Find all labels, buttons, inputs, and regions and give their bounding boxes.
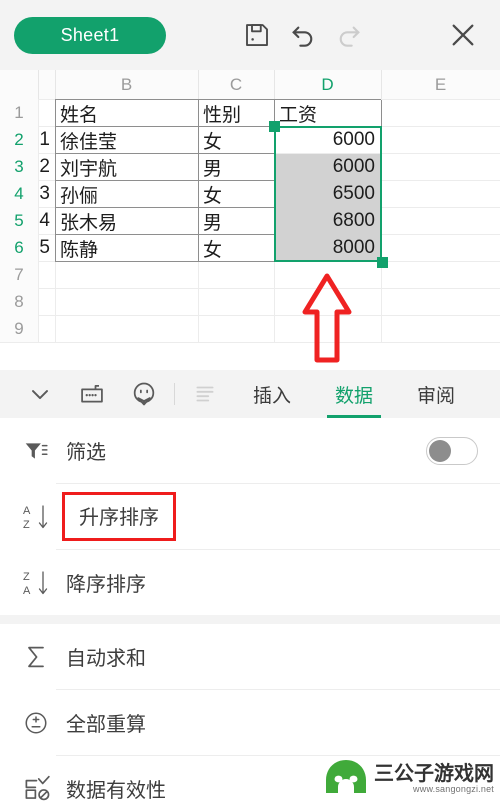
cell-d4[interactable]: 6500 xyxy=(276,181,380,207)
sheet-tab-sheet1[interactable]: Sheet1 xyxy=(14,16,166,54)
menu-item-filter-label: 筛选 xyxy=(66,442,106,464)
undo-icon[interactable] xyxy=(280,12,326,58)
cell-a3[interactable]: 2 xyxy=(39,154,55,180)
cell-a5[interactable]: 4 xyxy=(39,208,55,234)
watermark: 三公子游戏网 www.sangongzi.net xyxy=(323,757,494,802)
data-validation-icon xyxy=(14,775,58,802)
recalculate-icon xyxy=(14,710,58,736)
row-header-5[interactable]: 5 xyxy=(0,207,38,234)
cell-b6[interactable]: 陈静 xyxy=(56,235,198,261)
sigma-icon xyxy=(14,643,58,671)
column-header-a-partial[interactable] xyxy=(38,70,55,99)
cell-d1[interactable]: 工资 xyxy=(275,100,381,126)
top-toolbar: Sheet1 xyxy=(0,0,500,70)
row-header-4[interactable]: 4 xyxy=(0,180,38,207)
filter-toggle-knob xyxy=(429,439,451,462)
svg-text:Z: Z xyxy=(23,571,30,583)
close-icon[interactable] xyxy=(440,12,486,58)
menu-item-filter[interactable]: 筛选 xyxy=(0,418,500,483)
cell-a4[interactable]: 3 xyxy=(39,181,55,207)
tab-data[interactable]: 数据 xyxy=(313,370,395,418)
watermark-logo-icon xyxy=(323,757,369,802)
text-format-icon xyxy=(179,370,231,418)
tab-insert-label: 插入 xyxy=(253,385,292,407)
tab-data-label: 数据 xyxy=(335,385,374,407)
row-header-7[interactable]: 7 xyxy=(0,261,38,288)
save-icon[interactable] xyxy=(234,12,280,58)
watermark-title: 三公子游戏网 xyxy=(374,763,494,785)
red-up-arrow-annotation xyxy=(298,270,356,370)
cell-d2[interactable]: 6000 xyxy=(276,127,380,153)
emoji-face-icon[interactable] xyxy=(118,370,170,418)
cell-b2[interactable]: 徐佳莹 xyxy=(56,127,198,153)
cell-b1[interactable]: 姓名 xyxy=(56,100,198,126)
filter-toggle[interactable] xyxy=(426,436,478,465)
row-header-8[interactable]: 8 xyxy=(0,288,38,315)
sort-ascending-icon: A Z xyxy=(14,502,58,532)
menu-item-recalculate-all-label: 全部重算 xyxy=(66,714,146,736)
row-header-9[interactable]: 9 xyxy=(0,315,38,342)
cell-b4[interactable]: 孙俪 xyxy=(56,181,198,207)
tab-review[interactable]: 审阅 xyxy=(395,370,477,418)
svg-text:A: A xyxy=(23,505,31,517)
cell-a6[interactable]: 5 xyxy=(39,235,55,261)
keyboard-icon[interactable] xyxy=(66,370,118,418)
svg-text:Z: Z xyxy=(23,519,30,531)
menu-item-sort-ascending-label: 升序排序 xyxy=(62,492,176,541)
column-header-b[interactable]: B xyxy=(55,70,198,99)
tab-review-label: 审阅 xyxy=(417,385,456,407)
filter-icon xyxy=(14,438,58,464)
row-header-3[interactable]: 3 xyxy=(0,153,38,180)
sheet-tab-label: Sheet1 xyxy=(60,24,120,45)
cell-a2[interactable]: 1 xyxy=(39,127,55,153)
row-header-2[interactable]: 2 xyxy=(0,126,38,153)
cell-c3[interactable]: 男 xyxy=(199,154,274,180)
cell-c5[interactable]: 男 xyxy=(199,208,274,234)
column-header-e[interactable]: E xyxy=(381,70,500,99)
cell-c2[interactable]: 女 xyxy=(199,127,274,153)
selection-handle-bottom-right[interactable] xyxy=(377,257,388,268)
watermark-text: 三公子游戏网 www.sangongzi.net xyxy=(374,764,494,795)
menu-item-sort-descending-label: 降序排序 xyxy=(66,574,146,596)
menu-item-recalculate-all[interactable]: 全部重算 xyxy=(0,690,500,755)
menu-item-autosum[interactable]: 自动求和 xyxy=(0,624,500,689)
cell-d3[interactable]: 6000 xyxy=(276,154,380,180)
column-header-row: B C D E xyxy=(0,70,500,99)
svg-text:A: A xyxy=(23,585,31,597)
spreadsheet-grid[interactable]: B C D E 1 2 3 4 5 6 7 8 9 姓名 性别 工资 1 徐佳莹… xyxy=(0,70,500,370)
menu-item-sort-descending[interactable]: Z A 降序排序 xyxy=(0,550,500,615)
data-menu-panel: 筛选 A Z 升序排序 Z A 降序排序 自动求和 全部重算 数据有效性 xyxy=(0,418,500,808)
tab-insert[interactable]: 插入 xyxy=(231,370,313,418)
column-header-d[interactable]: D xyxy=(274,70,381,99)
redo-icon xyxy=(326,12,372,58)
selection-handle-top-left[interactable] xyxy=(269,121,280,132)
cell-b5[interactable]: 张木易 xyxy=(56,208,198,234)
row-header-1[interactable]: 1 xyxy=(0,99,38,126)
toolbar-divider xyxy=(174,383,175,405)
cell-d6[interactable]: 8000 xyxy=(276,235,380,261)
cell-c4[interactable]: 女 xyxy=(199,181,274,207)
menu-item-autosum-label: 自动求和 xyxy=(66,648,146,670)
cell-c6[interactable]: 女 xyxy=(199,235,274,261)
watermark-url: www.sangongzi.net xyxy=(413,784,494,794)
sort-descending-icon: Z A xyxy=(14,568,58,598)
ribbon-tab-bar: 插入 数据 审阅 xyxy=(0,370,500,418)
chevron-down-icon[interactable] xyxy=(14,370,66,418)
row-header-6[interactable]: 6 xyxy=(0,234,38,261)
cell-b3[interactable]: 刘宇航 xyxy=(56,154,198,180)
menu-section-separator xyxy=(0,615,500,624)
menu-item-sort-ascending[interactable]: A Z 升序排序 xyxy=(0,484,500,549)
cell-d5[interactable]: 6800 xyxy=(276,208,380,234)
column-header-c[interactable]: C xyxy=(198,70,274,99)
cell-c1[interactable]: 性别 xyxy=(199,100,274,126)
